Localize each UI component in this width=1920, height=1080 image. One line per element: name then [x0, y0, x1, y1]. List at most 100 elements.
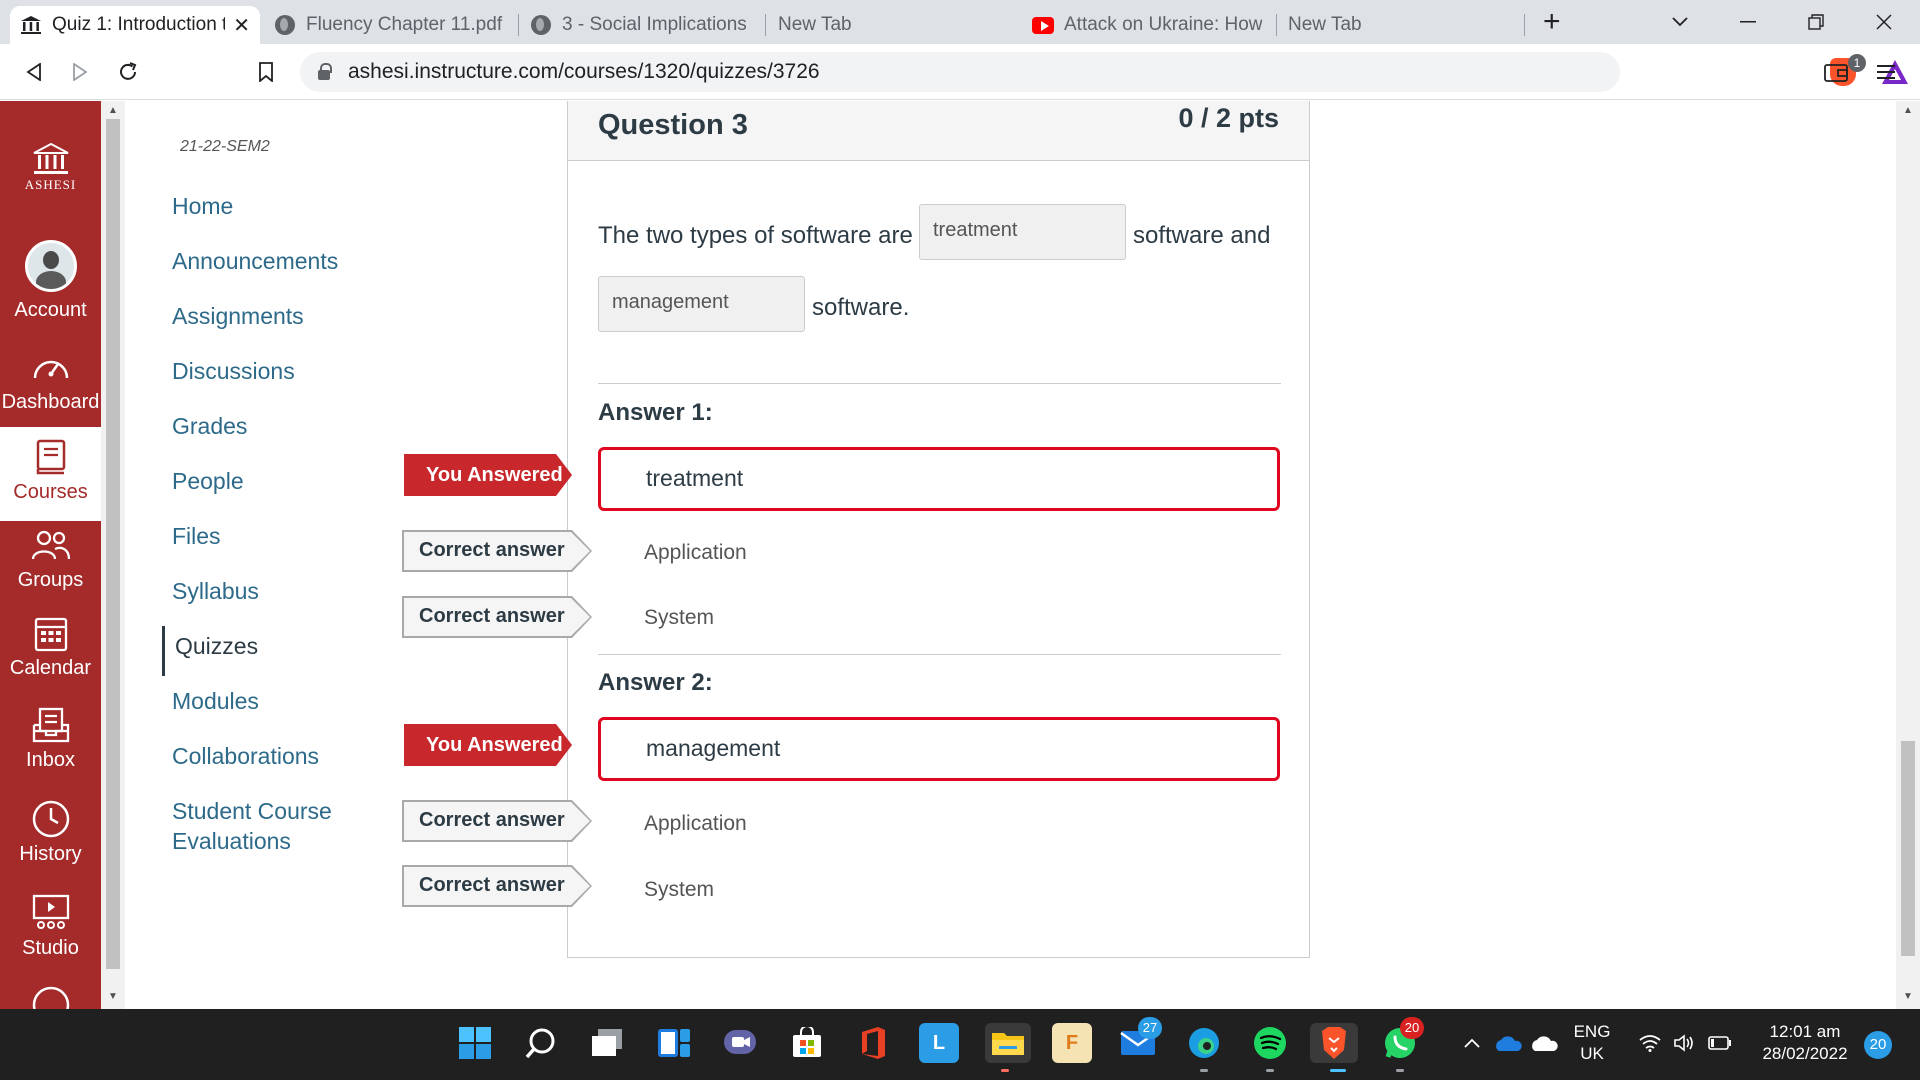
institution-logo[interactable]: ASHESI	[0, 139, 101, 193]
global-nav-groups[interactable]: Groups	[0, 525, 101, 615]
address-bar[interactable]: ashesi.instructure.com/courses/1320/quiz…	[300, 52, 1908, 92]
region: UK	[1580, 1044, 1604, 1063]
avatar-icon	[24, 237, 77, 295]
scroll-down-arrow-icon[interactable]: ▼	[1903, 991, 1913, 1002]
browser-tab-fluency[interactable]: Fluency Chapter 11.pdf	[264, 6, 514, 44]
course-nav-files[interactable]: Files	[172, 521, 392, 551]
scroll-down-arrow-icon[interactable]: ▼	[108, 991, 118, 1002]
widgets-icon[interactable]	[654, 1023, 694, 1063]
correct-answer-flag: Correct answer	[402, 596, 592, 638]
course-nav-quizzes[interactable]: Quizzes	[162, 626, 382, 676]
youtube-icon	[1032, 14, 1054, 36]
global-nav-help[interactable]	[0, 985, 101, 1009]
course-nav-assignments[interactable]: Assignments	[172, 301, 392, 331]
calendar-icon	[34, 613, 68, 653]
answer-2-label: Answer 2:	[598, 669, 713, 696]
global-nav-label: Calendar	[9, 657, 92, 679]
tab-separator	[1524, 14, 1525, 36]
tab-title: New Tab	[778, 14, 852, 35]
file-explorer-icon[interactable]	[985, 1023, 1031, 1063]
question-text-part2: software and	[1133, 222, 1271, 249]
page-scrollbar[interactable]: ▲ ▼	[1896, 101, 1920, 1009]
divider	[598, 383, 1281, 384]
browser-tab-youtube[interactable]: Attack on Ukraine: How p	[1022, 6, 1272, 44]
browser-tab-social[interactable]: 3 - Social Implications of	[520, 6, 762, 44]
scrollbar-thumb[interactable]	[106, 119, 120, 969]
back-icon[interactable]	[16, 54, 52, 90]
scroll-up-arrow-icon[interactable]: ▲	[108, 105, 118, 116]
minimize-icon[interactable]	[1714, 0, 1782, 44]
new-tab-plus-icon[interactable]: +	[1543, 6, 1561, 38]
reload-icon[interactable]	[110, 54, 146, 90]
app-l-icon[interactable]: L	[919, 1023, 959, 1063]
global-nav-history[interactable]: History	[0, 799, 101, 889]
app-f-icon[interactable]: F	[1052, 1023, 1092, 1063]
restore-icon[interactable]	[1782, 0, 1850, 44]
volume-icon[interactable]	[1664, 1023, 1704, 1063]
teams-chat-icon[interactable]	[720, 1023, 760, 1063]
logo-text: ASHESI	[24, 177, 77, 192]
global-nav-account[interactable]: Account	[0, 237, 101, 327]
course-nav-discussions[interactable]: Discussions	[172, 356, 392, 386]
global-nav-courses[interactable]: Courses	[0, 427, 101, 521]
language-indicator[interactable]: ENG UK	[1568, 1021, 1616, 1065]
edge-icon[interactable]	[1184, 1023, 1224, 1063]
running-indicator	[1396, 1069, 1404, 1072]
onedrive-icon[interactable]	[1488, 1023, 1528, 1063]
chevron-up-icon[interactable]	[1452, 1023, 1492, 1063]
course-nav-student-course-evaluations[interactable]: Student Course Evaluations	[172, 796, 392, 856]
close-window-icon[interactable]	[1850, 0, 1918, 44]
help-icon	[31, 985, 71, 1009]
course-nav-home[interactable]: Home	[172, 191, 392, 221]
course-nav-modules[interactable]: Modules	[172, 686, 392, 716]
you-answered-flag: You Answered	[404, 724, 572, 766]
globe-icon	[530, 14, 552, 36]
forward-icon[interactable]	[62, 54, 98, 90]
correct-answer-flag-label: Correct answer	[419, 539, 565, 561]
windows-start-icon[interactable]	[455, 1023, 495, 1063]
cloud-icon[interactable]	[1524, 1023, 1564, 1063]
bookmark-icon[interactable]	[248, 54, 284, 90]
global-nav-label: Inbox	[26, 749, 75, 771]
spotify-icon[interactable]	[1250, 1023, 1290, 1063]
course-nav-announcements[interactable]: Announcements	[172, 246, 392, 276]
browser-tab-newtab-1[interactable]: New Tab	[768, 6, 1018, 44]
battery-icon[interactable]	[1700, 1023, 1740, 1063]
wallet-icon[interactable]	[1818, 54, 1854, 90]
search-icon[interactable]	[521, 1023, 561, 1063]
browser-tab-newtab-2[interactable]: New Tab	[1278, 6, 1528, 44]
correct-answer-flag-label: Correct answer	[419, 605, 565, 627]
global-nav-studio[interactable]: Studio	[0, 893, 101, 983]
left-scrollbar[interactable]: ▲ ▼	[101, 101, 125, 1009]
clock[interactable]: 12:01 am 28/02/2022	[1750, 1021, 1860, 1065]
notification-count-badge[interactable]: 20	[1864, 1031, 1892, 1059]
you-answered-flag: You Answered	[404, 454, 572, 496]
global-nav-label: Dashboard	[1, 391, 100, 413]
scrollbar-thumb[interactable]	[1901, 741, 1915, 956]
course-nav-collaborations[interactable]: Collaborations	[172, 741, 392, 771]
brave-browser-icon[interactable]	[1310, 1023, 1358, 1063]
whatsapp-badge: 20	[1400, 1017, 1424, 1039]
scroll-up-arrow-icon[interactable]: ▲	[1903, 105, 1913, 116]
tab-search-chevron-icon[interactable]	[1646, 0, 1714, 44]
course-nav-people[interactable]: People	[172, 466, 392, 496]
date: 28/02/2022	[1762, 1044, 1848, 1063]
browser-tab-quiz[interactable]: Quiz 1: Introduction t ✕	[10, 6, 260, 44]
menu-icon[interactable]	[1868, 54, 1904, 90]
lock-icon	[318, 63, 332, 80]
global-nav-inbox[interactable]: Inbox	[0, 705, 101, 795]
office-icon[interactable]	[853, 1023, 893, 1063]
blank-1: treatment	[919, 204, 1126, 260]
global-nav-calendar[interactable]: Calendar	[0, 613, 101, 703]
task-view-icon[interactable]	[587, 1023, 627, 1063]
correct-answer-flag-label: Correct answer	[419, 809, 565, 831]
microsoft-store-icon[interactable]	[787, 1023, 827, 1063]
tab-title: Attack on Ukraine: How p	[1064, 14, 1262, 35]
course-nav-grades[interactable]: Grades	[172, 411, 392, 441]
question-title: Question 3	[598, 109, 748, 141]
global-nav-dashboard[interactable]: Dashboard	[0, 347, 101, 437]
inbox-icon	[32, 705, 70, 745]
tab-title: Fluency Chapter 11.pdf	[306, 14, 503, 35]
course-nav-syllabus[interactable]: Syllabus	[172, 576, 392, 606]
close-tab-icon[interactable]: ✕	[233, 13, 250, 38]
